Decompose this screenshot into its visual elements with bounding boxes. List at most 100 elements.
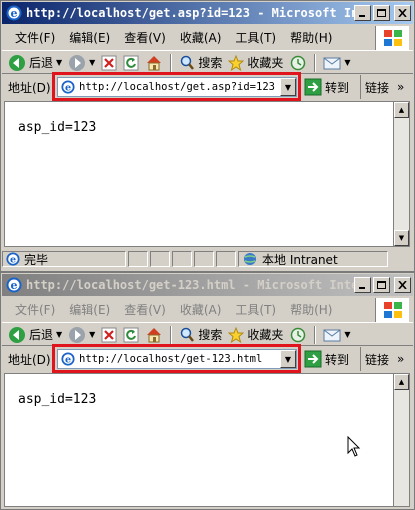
menu-tools[interactable]: 工具(T) [228, 301, 283, 318]
toolbar-separator [170, 53, 173, 72]
favorites-icon [228, 326, 245, 343]
status-text-panel: e 完毕 [2, 251, 126, 267]
maximize-icon [377, 281, 386, 289]
address-dropdown-button[interactable]: ▼ [280, 78, 296, 96]
title-bar[interactable]: e http://localhost/get-123.html - Micros… [2, 274, 413, 296]
history-button[interactable] [287, 327, 309, 343]
menu-edit[interactable]: 编辑(E) [62, 301, 117, 318]
scroll-up-button[interactable]: ▲ [394, 374, 409, 390]
menu-tools[interactable]: 工具(T) [228, 29, 283, 46]
favorites-button[interactable]: 收藏夹 [226, 326, 285, 343]
favorites-button[interactable]: 收藏夹 [226, 54, 285, 71]
mouse-cursor-icon [347, 436, 361, 457]
history-button[interactable] [287, 55, 309, 71]
scroll-up-button[interactable]: ▲ [394, 102, 409, 118]
search-icon [181, 55, 195, 70]
home-icon [147, 55, 162, 70]
address-label: 地址(D) [8, 352, 51, 367]
menu-bar: 文件(F) 编辑(E) 查看(V) 收藏(A) 工具(T) 帮助(H) [2, 25, 413, 51]
search-button[interactable]: 搜索 [177, 326, 224, 343]
forward-button[interactable]: ▼ [66, 54, 97, 72]
forward-dropdown-icon[interactable]: ▼ [89, 330, 95, 339]
address-input[interactable]: e http://localhost/get.asp?id=123 ▼ [57, 77, 297, 97]
maximize-button[interactable] [373, 5, 390, 21]
chevron-right-icon: » [397, 80, 405, 94]
menu-favorites[interactable]: 收藏(A) [173, 29, 229, 46]
menu-view[interactable]: 查看(V) [117, 29, 173, 46]
menu-edit[interactable]: 编辑(E) [62, 29, 117, 46]
mail-button[interactable]: ▼ [321, 328, 352, 342]
arrow-up-icon: ▲ [398, 378, 405, 386]
search-button[interactable]: 搜索 [177, 54, 224, 71]
refresh-icon [123, 327, 139, 342]
vertical-scrollbar[interactable]: ▲ ▼ [393, 101, 410, 247]
menu-favorites[interactable]: 收藏(A) [173, 301, 229, 318]
search-label: 搜索 [198, 56, 223, 70]
refresh-button[interactable] [121, 327, 141, 343]
address-url[interactable]: http://localhost/get.asp?id=123 [79, 81, 280, 93]
chevron-down-icon: ▼ [284, 354, 292, 364]
maximize-button[interactable] [373, 277, 390, 293]
go-button[interactable]: 转到 [304, 78, 349, 96]
vertical-scrollbar[interactable]: ▲ [393, 373, 410, 507]
address-url[interactable]: http://localhost/get-123.html [79, 353, 280, 365]
window-title: http://localhost/get-123.html - Microsof… [26, 278, 360, 292]
history-icon [291, 327, 306, 342]
standard-toolbar: 后退 ▼ ▼ 搜索 收藏夹 ▼ [2, 324, 413, 346]
back-icon [9, 326, 25, 343]
page-content: asp_id=123 [4, 101, 394, 247]
address-dropdown-button[interactable]: ▼ [280, 350, 296, 368]
menu-file[interactable]: 文件(F) [8, 301, 62, 318]
stop-button[interactable] [99, 327, 119, 343]
forward-button[interactable]: ▼ [66, 326, 97, 344]
chevron-down-icon: ▼ [284, 82, 292, 92]
links-label: 链接 [365, 352, 390, 367]
back-label: 后退 [29, 56, 54, 70]
mail-dropdown-icon[interactable]: ▼ [344, 330, 350, 339]
address-bar: 地址(D) e http://localhost/get-123.html ▼ … [2, 344, 413, 373]
scroll-down-button[interactable]: ▼ [394, 230, 409, 246]
back-button[interactable]: 后退 ▼ [6, 54, 64, 72]
close-button[interactable] [394, 277, 411, 293]
back-dropdown-icon[interactable]: ▼ [56, 330, 62, 339]
status-panel [150, 251, 170, 267]
favorites-label: 收藏夹 [247, 328, 284, 342]
menu-help[interactable]: 帮助(H) [283, 29, 339, 46]
forward-dropdown-icon[interactable]: ▼ [89, 58, 95, 67]
back-button[interactable]: 后退 ▼ [6, 326, 64, 344]
history-icon [291, 55, 306, 70]
stop-button[interactable] [99, 55, 119, 71]
mail-button[interactable]: ▼ [321, 56, 352, 70]
back-dropdown-icon[interactable]: ▼ [56, 58, 62, 67]
minimize-button[interactable] [354, 277, 371, 293]
minimize-button[interactable] [354, 5, 371, 21]
home-button[interactable] [143, 326, 165, 344]
status-bar: e 完毕 本地 Intranet [2, 249, 413, 269]
menu-view[interactable]: 查看(V) [117, 301, 173, 318]
links-button[interactable]: 链接 » [360, 75, 404, 99]
links-button[interactable]: 链接 » [360, 347, 404, 371]
windows-logo-icon [383, 302, 402, 318]
go-label: 转到 [325, 352, 350, 367]
ie-icon: e [61, 352, 75, 366]
menu-help[interactable]: 帮助(H) [283, 301, 339, 318]
mail-dropdown-icon[interactable]: ▼ [344, 58, 350, 67]
back-icon [9, 54, 25, 71]
title-bar[interactable]: e http://localhost/get.asp?id=123 - Micr… [2, 2, 413, 24]
status-panel [172, 251, 192, 267]
refresh-button[interactable] [121, 55, 141, 71]
address-input[interactable]: e http://localhost/get-123.html ▼ [57, 349, 297, 369]
arrow-up-icon: ▲ [398, 106, 405, 114]
svg-text:e: e [65, 83, 71, 94]
maximize-icon [377, 9, 386, 17]
chevron-right-icon: » [397, 352, 405, 366]
favorites-label: 收藏夹 [247, 56, 284, 70]
close-button[interactable] [394, 5, 411, 21]
windows-logo [375, 298, 409, 322]
browser-window-2: e http://localhost/get-123.html - Micros… [0, 272, 415, 510]
home-button[interactable] [143, 54, 165, 72]
search-icon [181, 327, 195, 342]
menu-file[interactable]: 文件(F) [8, 29, 62, 46]
go-button[interactable]: 转到 [304, 350, 349, 368]
menu-bar: 文件(F) 编辑(E) 查看(V) 收藏(A) 工具(T) 帮助(H) [2, 297, 413, 323]
